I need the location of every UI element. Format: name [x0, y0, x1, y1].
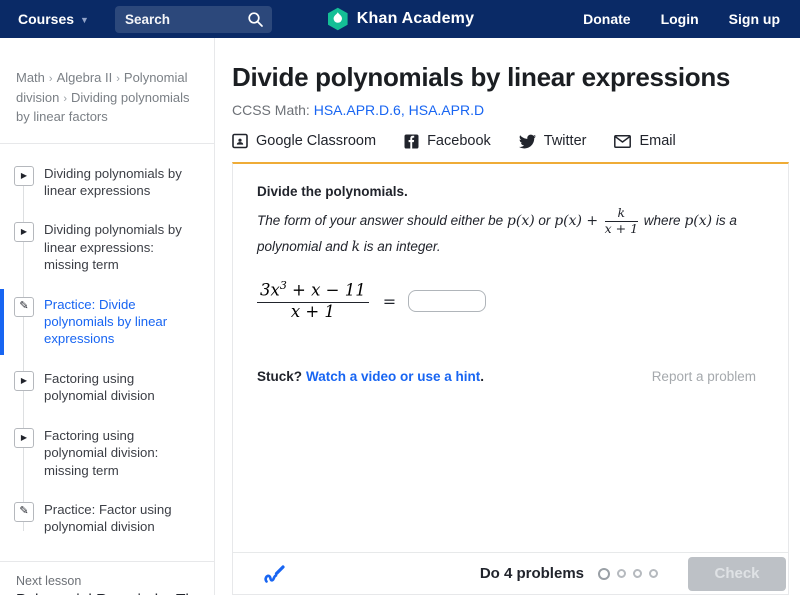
play-icon: ▶	[14, 427, 34, 448]
footer-right: Do 4 problems Check	[479, 556, 786, 591]
nav-link-donate[interactable]: Donate	[583, 11, 630, 27]
chevron-right-icon: ›	[48, 73, 53, 85]
facebook-icon	[404, 134, 419, 149]
sidebar-item-exercise[interactable]: ✎ Practice: Factor using polynomial divis…	[0, 490, 214, 547]
instruction-math: p(x)	[506, 212, 535, 229]
sidebar-item-video[interactable]: ▶ Factoring using polynomial division	[0, 359, 214, 416]
exercise-instruction: The form of your answer should either be…	[257, 205, 756, 258]
instruction-text: The form of your answer should either be	[257, 212, 507, 228]
sidebar-item-video[interactable]: ▶ Dividing polynomials by linear expressi…	[0, 210, 214, 284]
pencil-icon: ✎	[14, 296, 34, 317]
sidebar-item-label: Factoring using polynomial division: mis…	[44, 427, 159, 478]
fraction-denominator: x + 1	[290, 301, 335, 321]
lesson-list: ▶ Dividing polynomials by linear expressi…	[0, 144, 214, 561]
instruction-text: is an integer.	[360, 238, 441, 254]
sidebar-item-video[interactable]: ▶ Dividing polynomials by linear expressi…	[0, 154, 214, 211]
expression-fraction: 3x3 + x − 11 x + 1	[257, 280, 369, 321]
instruction-text: or	[534, 212, 555, 228]
share-google-classroom-button[interactable]: Google Classroom	[232, 133, 376, 149]
ccss-prefix: CCSS Math:	[232, 102, 314, 118]
progress-dots	[598, 567, 658, 580]
email-icon	[614, 134, 632, 148]
share-facebook-button[interactable]: Facebook	[404, 133, 491, 149]
hint-link[interactable]: Watch a video or use a hint	[306, 369, 480, 384]
navbar-links: Donate Login Sign up	[583, 11, 780, 27]
stuck-text: Stuck? Watch a video or use a hint.	[257, 368, 484, 386]
khan-logo-icon	[326, 7, 350, 31]
search-box[interactable]	[114, 5, 272, 33]
chevron-down-icon: ▼	[80, 15, 89, 25]
chevron-right-icon: ›	[63, 92, 68, 105]
exercise-prompt: Divide the polynomials.	[257, 184, 408, 199]
exercise-footer: Do 4 problems Check	[233, 552, 788, 594]
twitter-icon	[518, 134, 536, 149]
expression-row: 3x3 + x − 11 x + 1 =	[257, 280, 756, 321]
report-problem-link[interactable]: Report a problem	[652, 369, 756, 384]
lesson-sidebar: Math › Algebra II › Polynomial division › Divi…	[0, 38, 215, 595]
pencil-icon: ✎	[14, 501, 34, 522]
stuck-row: Stuck? Watch a video or use a hint. Repor…	[257, 368, 756, 386]
share-label: Email	[639, 133, 676, 149]
share-row: Google Classroom Facebook Twitter Email	[232, 133, 789, 149]
ccss-standard-link[interactable]: HSA.APR.D.6	[314, 102, 401, 118]
answer-input[interactable]	[408, 290, 487, 313]
breadcrumb-link[interactable]: Math	[16, 70, 45, 85]
share-label: Google Classroom	[256, 133, 377, 149]
exercise-panel: Divide the polynomials. The form of your…	[232, 162, 789, 595]
search-input[interactable]	[124, 11, 247, 27]
search-icon[interactable]	[247, 11, 264, 28]
google-classroom-icon	[232, 133, 248, 149]
sidebar-item-label: Dividing polynomials by linear expressio…	[44, 165, 182, 198]
courses-menu-button[interactable]: Courses ▼	[18, 11, 89, 27]
ccss-line: CCSS Math: HSA.APR.D.6, HSA.APR.D	[232, 102, 789, 118]
share-label: Facebook	[427, 133, 491, 149]
next-lesson-block: Next lesson Polynomial Remainder The...	[0, 562, 214, 595]
breadcrumb-link[interactable]: Algebra II	[57, 70, 113, 85]
equals-sign: =	[382, 291, 397, 311]
sidebar-item-label: Practice: Divide polynomials by linear e…	[44, 296, 168, 347]
top-navbar: Courses ▼ Khan Academy Donate Login Sign u…	[0, 0, 800, 38]
progress-dot	[633, 569, 642, 578]
sidebar-item-exercise[interactable]: ✎ Practice: Divide polynomials by linear …	[0, 285, 214, 359]
next-lesson-label: Next lesson	[16, 573, 82, 588]
nav-link-sign-up[interactable]: Sign up	[729, 11, 780, 27]
stuck-label: Stuck?	[257, 368, 303, 384]
khan-academy-logo[interactable]: Khan Academy	[326, 0, 474, 38]
main-content: Divide polynomials by linear expressions…	[215, 38, 800, 595]
play-icon: ▶	[14, 165, 34, 186]
instruction-math: p(x) +	[554, 212, 603, 229]
share-label: Twitter	[543, 133, 587, 149]
inline-fraction: kx + 1	[604, 205, 639, 237]
brand-name: Khan Academy	[356, 10, 475, 27]
instruction-math: p(x)	[684, 212, 713, 229]
nav-link-login[interactable]: Login	[661, 11, 699, 27]
courses-label: Courses	[18, 11, 75, 27]
breadcrumb: Math › Algebra II › Polynomial division › Divi…	[0, 38, 214, 143]
scratchpad-pen-icon	[261, 560, 288, 587]
khan-academy-page: Courses ▼ Khan Academy Donate Login Sign u…	[0, 0, 800, 595]
fraction-numerator: 3x3 + x − 11	[257, 280, 369, 303]
ccss-separator: ,	[400, 102, 409, 118]
chevron-right-icon: ›	[116, 73, 120, 85]
play-icon: ▶	[14, 370, 34, 391]
hint-period: .	[480, 368, 485, 384]
play-icon: ▶	[14, 222, 34, 243]
scratchpad-button[interactable]	[261, 560, 288, 587]
sidebar-item-label: Practice: Factor using polynomial divisi…	[44, 501, 172, 535]
share-twitter-button[interactable]: Twitter	[518, 133, 587, 149]
sidebar-item-label: Factoring using polynomial division	[44, 370, 155, 404]
ccss-standard-link[interactable]: HSA.APR.D	[409, 102, 484, 118]
progress-dot	[598, 567, 610, 580]
progress-dot	[617, 569, 626, 578]
sidebar-item-video[interactable]: ▶ Factoring using polynomial division: mi…	[0, 416, 214, 490]
instruction-math: k	[351, 238, 361, 255]
progress-dot	[649, 569, 658, 578]
check-button[interactable]: Check	[688, 556, 786, 591]
progress-label: Do 4 problems	[479, 565, 584, 582]
sidebar-item-label: Dividing polynomials by linear expressio…	[44, 222, 182, 273]
share-email-button[interactable]: Email	[614, 133, 676, 149]
page-title: Divide polynomials by linear expressions	[232, 62, 731, 92]
instruction-text: where	[640, 212, 685, 228]
